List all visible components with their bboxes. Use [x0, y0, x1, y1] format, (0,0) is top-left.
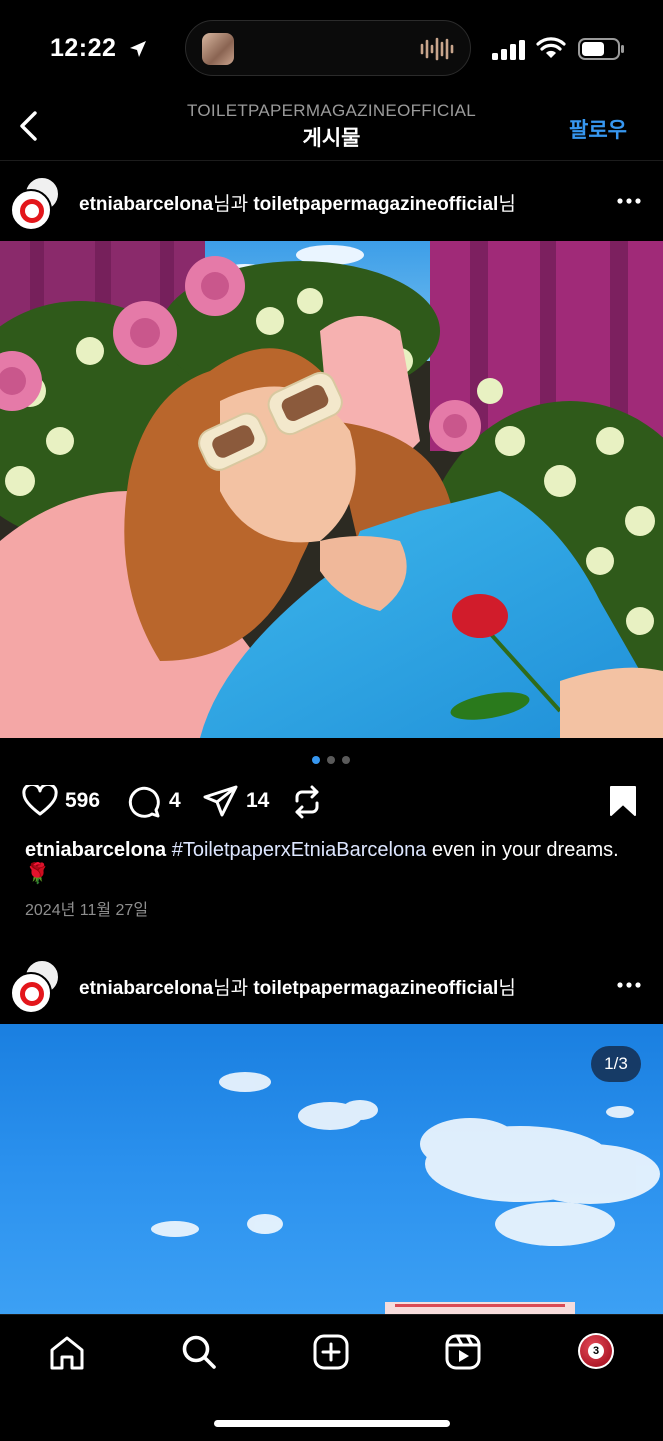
author-2[interactable]: toiletpapermagazineofficial	[253, 978, 498, 999]
status-time: 12:22	[50, 34, 117, 62]
now-playing-thumbnail	[202, 33, 234, 65]
author-1[interactable]: etniabarcelona	[79, 194, 213, 215]
location-arrow-icon	[130, 41, 146, 57]
wifi-icon	[536, 37, 566, 58]
collab-avatars[interactable]	[10, 959, 60, 1014]
suffix-text: 님	[498, 194, 516, 215]
photo-illustration	[0, 241, 663, 738]
more-options-icon[interactable]	[616, 191, 642, 211]
caption-hashtag[interactable]: #ToiletpaperxEtniaBarcelona	[172, 839, 427, 861]
post-caption: etniabarcelona #ToiletpaperxEtniaBarcelo…	[25, 838, 625, 886]
comment-count[interactable]: 4	[169, 789, 181, 813]
joiner-text: 님과	[213, 978, 254, 999]
dynamic-island[interactable]	[185, 20, 471, 76]
audio-waveform-icon	[420, 37, 454, 61]
carousel-counter: 1/3	[591, 1046, 641, 1082]
caption-username[interactable]: etniabarcelona	[25, 839, 166, 861]
battery-icon	[578, 38, 624, 60]
post-author-line[interactable]: etniabarcelona님과 toiletpapermagazineoffi…	[79, 973, 516, 1000]
author-1[interactable]: etniabarcelona	[79, 978, 213, 999]
follow-button[interactable]: 팔로우	[569, 114, 627, 144]
carousel-dot-active	[312, 756, 320, 764]
header-account-name: TOILETPAPERMAGAZINEOFFICIAL	[187, 101, 476, 120]
home-icon[interactable]	[48, 1335, 86, 1371]
avatar-etnia	[10, 189, 52, 231]
post-photo[interactable]	[0, 1024, 663, 1314]
cellular-signal-icon	[492, 40, 525, 60]
profile-badge: 3	[588, 1343, 604, 1359]
carousel-dot	[327, 756, 335, 764]
post-author-line[interactable]: etniabarcelona님과 toiletpapermagazineoffi…	[79, 189, 516, 216]
like-count[interactable]: 596	[65, 789, 100, 813]
collab-avatars[interactable]	[10, 176, 60, 231]
reels-icon[interactable]	[445, 1334, 481, 1370]
post-date: 2024년 11월 27일	[25, 902, 149, 919]
avatar-etnia	[10, 972, 52, 1014]
share-send-icon[interactable]	[203, 785, 239, 817]
create-icon[interactable]	[313, 1334, 349, 1370]
save-bookmark-icon[interactable]	[609, 785, 637, 817]
suffix-text: 님	[498, 978, 516, 999]
comment-icon[interactable]	[127, 785, 161, 819]
author-2[interactable]: toiletpapermagazineofficial	[253, 194, 498, 215]
repost-icon[interactable]	[291, 785, 323, 819]
share-count[interactable]: 14	[246, 789, 269, 813]
like-heart-icon[interactable]	[22, 785, 58, 817]
profile-avatar[interactable]: 3	[578, 1333, 614, 1369]
carousel-dot	[342, 756, 350, 764]
more-options-icon[interactable]	[616, 975, 642, 995]
home-indicator[interactable]	[214, 1420, 450, 1427]
header-divider	[0, 160, 663, 161]
sky-illustration	[151, 1072, 660, 1314]
post-photo[interactable]	[0, 241, 663, 738]
page-title: 게시물	[302, 127, 361, 150]
joiner-text: 님과	[213, 194, 254, 215]
search-icon[interactable]	[181, 1334, 217, 1370]
